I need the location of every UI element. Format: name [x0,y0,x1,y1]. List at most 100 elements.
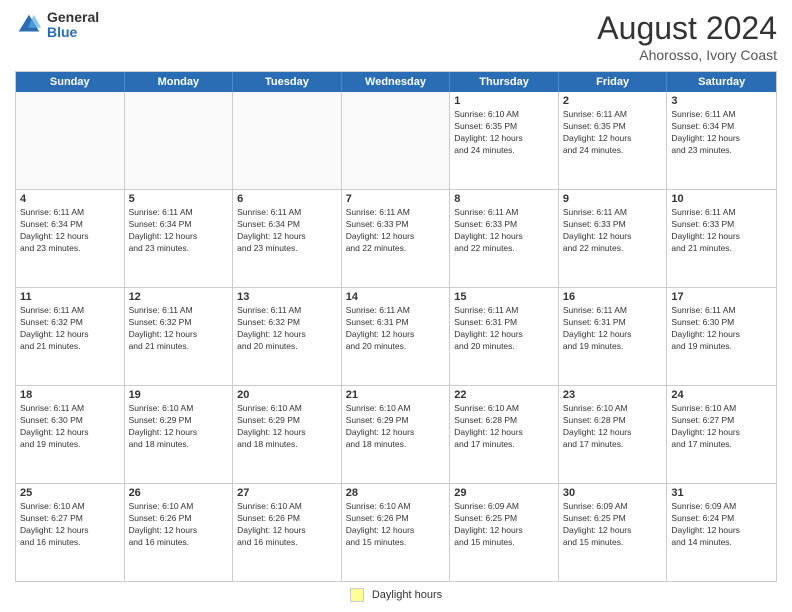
calendar-cell: 30Sunrise: 6:09 AM Sunset: 6:25 PM Dayli… [559,484,668,581]
sun-info: Sunrise: 6:11 AM Sunset: 6:32 PM Dayligh… [129,305,229,353]
logo-icon [15,11,43,39]
legend-label: Daylight hours [372,589,442,601]
calendar-cell: 9 Sunrise: 6:11 AM Sunset: 6:33 PM Daylig… [559,190,668,287]
calendar-cell [125,92,234,189]
calendar-cell: 4 Sunrise: 6:11 AM Sunset: 6:34 PM Daylig… [16,190,125,287]
sun-info: Sunrise: 6:11 AM Sunset: 6:33 PM Dayligh… [346,207,446,255]
day-number: 3 [671,95,772,107]
header-day-friday: Friday [559,72,668,92]
calendar-cell: 31 Sunrise: 6:09 AM Sunset: 6:24 PM Dayli… [667,484,776,581]
day-number: 21 [346,389,446,401]
sun-info: Sunrise: 6:10 AM Sunset: 6:29 PM Dayligh… [237,403,337,451]
sun-info: Sunrise: 6:11 AM Sunset: 6:30 PM Dayligh… [671,305,772,353]
sun-info: Sunrise: 6:11 AM Sunset: 6:33 PM Dayligh… [671,207,772,255]
calendar-cell: 6 Sunrise: 6:11 AM Sunset: 6:34 PM Daylig… [233,190,342,287]
sun-info: Sunrise: 6:11 AM Sunset: 6:34 PM Dayligh… [129,207,229,255]
day-number: 8 [454,193,554,205]
calendar-cell: 23 Sunrise: 6:10 AM Sunset: 6:28 PM Dayli… [559,386,668,483]
sun-info: Sunrise: 6:11 AM Sunset: 6:34 PM Dayligh… [671,109,772,157]
header-day-monday: Monday [125,72,234,92]
calendar-cell [233,92,342,189]
day-number: 14 [346,291,446,303]
day-number: 1 [454,95,554,107]
sun-info: Sunrise: 6:10 AM Sunset: 6:28 PM Dayligh… [454,403,554,451]
header-day-thursday: Thursday [450,72,559,92]
calendar-week-2: 4 Sunrise: 6:11 AM Sunset: 6:34 PM Daylig… [16,189,776,287]
sun-info: Sunrise: 6:11 AM Sunset: 6:34 PM Dayligh… [237,207,337,255]
calendar-cell: 27 Sunrise: 6:10 AM Sunset: 6:26 PM Dayli… [233,484,342,581]
calendar-cell: 21 Sunrise: 6:10 AM Sunset: 6:29 PM Dayli… [342,386,451,483]
logo: General Blue [15,10,99,41]
calendar: SundayMondayTuesdayWednesdayThursdayFrid… [15,71,777,582]
day-number: 6 [237,193,337,205]
calendar-cell: 19Sunrise: 6:10 AM Sunset: 6:29 PM Dayli… [125,386,234,483]
day-number: 10 [671,193,772,205]
sun-info: Sunrise: 6:11 AM Sunset: 6:34 PM Dayligh… [20,207,120,255]
day-number: 15 [454,291,554,303]
calendar-cell: 10 Sunrise: 6:11 AM Sunset: 6:33 PM Dayli… [667,190,776,287]
calendar-cell: 24 Sunrise: 6:10 AM Sunset: 6:27 PM Dayli… [667,386,776,483]
sun-info: Sunrise: 6:10 AM Sunset: 6:28 PM Dayligh… [563,403,663,451]
calendar-cell: 7 Sunrise: 6:11 AM Sunset: 6:33 PM Daylig… [342,190,451,287]
sun-info: Sunrise: 6:10 AM Sunset: 6:29 PM Dayligh… [346,403,446,451]
title-block: August 2024 Ahorosso, Ivory Coast [597,10,777,63]
calendar-cell: 29 Sunrise: 6:09 AM Sunset: 6:25 PM Dayli… [450,484,559,581]
day-number: 23 [563,389,663,401]
day-number: 29 [454,487,554,499]
sun-info: Sunrise: 6:10 AM Sunset: 6:27 PM Dayligh… [671,403,772,451]
day-number: 17 [671,291,772,303]
calendar-cell: 20 Sunrise: 6:10 AM Sunset: 6:29 PM Dayli… [233,386,342,483]
sun-info: Sunrise: 6:11 AM Sunset: 6:32 PM Dayligh… [237,305,337,353]
day-number: 11 [20,291,120,303]
calendar-week-4: 18 Sunrise: 6:11 AM Sunset: 6:30 PM Dayli… [16,385,776,483]
calendar-cell: 25Sunrise: 6:10 AM Sunset: 6:27 PM Dayli… [16,484,125,581]
calendar-cell: 14 Sunrise: 6:11 AM Sunset: 6:31 PM Dayli… [342,288,451,385]
month-year-title: August 2024 [597,10,777,47]
calendar-cell: 18 Sunrise: 6:11 AM Sunset: 6:30 PM Dayli… [16,386,125,483]
calendar-cell: 26Sunrise: 6:10 AM Sunset: 6:26 PM Dayli… [125,484,234,581]
sun-info: Sunrise: 6:11 AM Sunset: 6:31 PM Dayligh… [346,305,446,353]
header-day-wednesday: Wednesday [342,72,451,92]
day-number: 4 [20,193,120,205]
sun-info: Sunrise: 6:11 AM Sunset: 6:30 PM Dayligh… [20,403,120,451]
day-number: 12 [129,291,229,303]
day-number: 9 [563,193,663,205]
calendar-cell: 8 Sunrise: 6:11 AM Sunset: 6:33 PM Daylig… [450,190,559,287]
calendar-cell: 28Sunrise: 6:10 AM Sunset: 6:26 PM Dayli… [342,484,451,581]
day-number: 20 [237,389,337,401]
day-number: 5 [129,193,229,205]
header-day-saturday: Saturday [667,72,776,92]
day-number: 7 [346,193,446,205]
day-number: 16 [563,291,663,303]
calendar-cell: 13 Sunrise: 6:11 AM Sunset: 6:32 PM Dayli… [233,288,342,385]
logo-blue: Blue [47,25,99,40]
day-number: 30 [563,487,663,499]
day-number: 27 [237,487,337,499]
header-day-sunday: Sunday [16,72,125,92]
day-number: 19 [129,389,229,401]
day-number: 31 [671,487,772,499]
calendar-cell: 12 Sunrise: 6:11 AM Sunset: 6:32 PM Dayli… [125,288,234,385]
calendar-cell: 16Sunrise: 6:11 AM Sunset: 6:31 PM Dayli… [559,288,668,385]
day-number: 22 [454,389,554,401]
day-number: 13 [237,291,337,303]
calendar-cell: 2Sunrise: 6:11 AM Sunset: 6:35 PM Daylig… [559,92,668,189]
sun-info: Sunrise: 6:09 AM Sunset: 6:25 PM Dayligh… [454,501,554,549]
sun-info: Sunrise: 6:11 AM Sunset: 6:33 PM Dayligh… [454,207,554,255]
day-number: 24 [671,389,772,401]
day-number: 18 [20,389,120,401]
sun-info: Sunrise: 6:11 AM Sunset: 6:33 PM Dayligh… [563,207,663,255]
sun-info: Sunrise: 6:10 AM Sunset: 6:35 PM Dayligh… [454,109,554,157]
sun-info: Sunrise: 6:11 AM Sunset: 6:31 PM Dayligh… [454,305,554,353]
calendar-cell [342,92,451,189]
sun-info: Sunrise: 6:10 AM Sunset: 6:26 PM Dayligh… [237,501,337,549]
sun-info: Sunrise: 6:10 AM Sunset: 6:26 PM Dayligh… [346,501,446,549]
day-number: 25 [20,487,120,499]
location-title: Ahorosso, Ivory Coast [597,47,777,63]
calendar-cell: 11 Sunrise: 6:11 AM Sunset: 6:32 PM Dayli… [16,288,125,385]
legend-box [350,588,364,602]
sun-info: Sunrise: 6:11 AM Sunset: 6:32 PM Dayligh… [20,305,120,353]
sun-info: Sunrise: 6:09 AM Sunset: 6:24 PM Dayligh… [671,501,772,549]
calendar-cell: 22 Sunrise: 6:10 AM Sunset: 6:28 PM Dayli… [450,386,559,483]
calendar-week-3: 11 Sunrise: 6:11 AM Sunset: 6:32 PM Dayli… [16,287,776,385]
